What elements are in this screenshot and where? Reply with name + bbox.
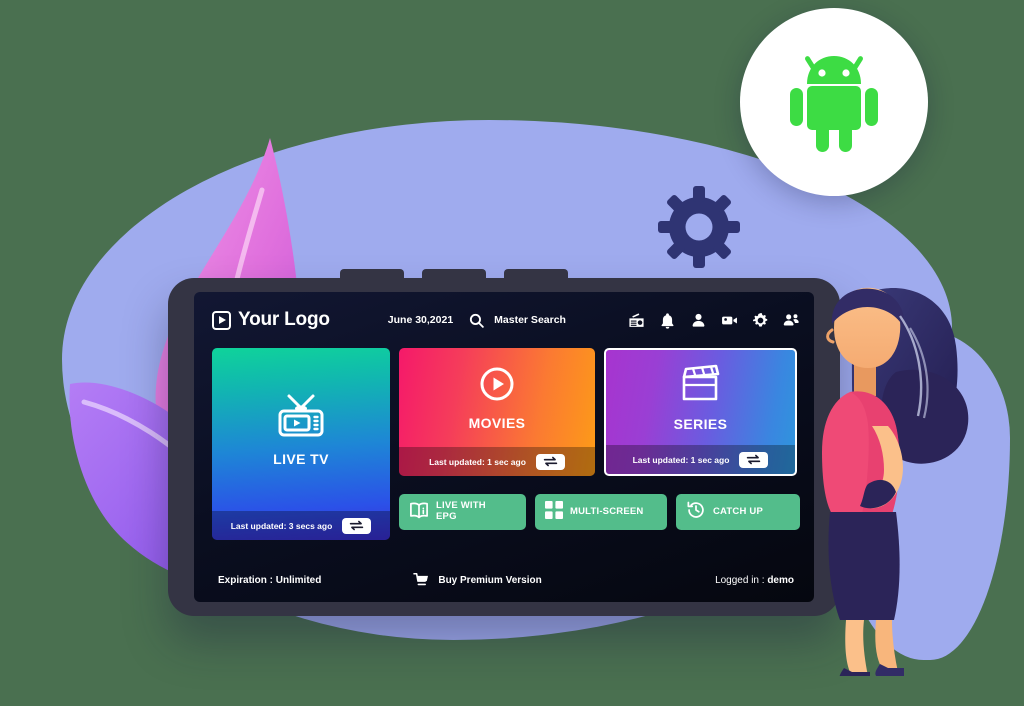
tablet-device: Your Logo June 30,2021 Master Search LIV… <box>168 269 840 616</box>
users-icon[interactable] <box>783 312 800 329</box>
gear-icon <box>658 186 740 268</box>
card-footer: Last updated: 1 sec ago <box>399 447 595 476</box>
refresh-icon[interactable] <box>535 453 565 470</box>
card-label: SERIES <box>673 415 728 432</box>
logged-in-user: demo <box>767 574 794 586</box>
user-icon[interactable] <box>690 312 707 329</box>
play-circle-icon <box>478 365 516 408</box>
buy-premium-label: Buy Premium Version <box>438 574 542 586</box>
card-label: MOVIES <box>468 414 526 431</box>
quick-action-catch-up[interactable]: CATCH UP <box>676 494 800 530</box>
quick-actions-row: LIVE WITH EPG MULTI-SCREEN CATCH UP <box>399 494 800 530</box>
app-screen: Your Logo June 30,2021 Master Search LIV… <box>194 292 814 602</box>
quick-action-multi-screen[interactable]: MULTI-SCREEN <box>535 494 667 530</box>
card-body: LIVE TV <box>212 348 390 511</box>
card-series[interactable]: SERIES Last updated: 1 sec ago <box>604 348 797 476</box>
quick-action-label: LIVE WITH EPG <box>436 500 486 522</box>
current-date: June 30,2021 <box>387 314 454 326</box>
last-updated-text: Last updated: 1 sec ago <box>429 456 526 467</box>
cart-icon <box>413 572 429 589</box>
search-input[interactable]: Master Search <box>494 314 566 326</box>
last-updated-text: Last updated: 1 sec ago <box>632 454 730 465</box>
card-footer: Last updated: 3 secs ago <box>212 511 390 540</box>
card-footer: Last updated: 1 sec ago <box>606 445 795 474</box>
tv-icon <box>276 393 326 444</box>
android-badge <box>740 8 928 196</box>
clock-rewind-icon <box>686 500 706 524</box>
logged-in-status: Logged in : demo <box>715 575 794 586</box>
quick-action-live-with-epg[interactable]: LIVE WITH EPG <box>399 494 526 530</box>
right-column: MOVIES Last updated: 1 sec ago SERIES La… <box>399 348 800 530</box>
header-icon-row <box>628 312 800 329</box>
logo-text: Your Logo <box>238 309 330 330</box>
gear-icon[interactable] <box>752 312 769 329</box>
card-movies[interactable]: MOVIES Last updated: 1 sec ago <box>399 348 595 476</box>
refresh-icon[interactable] <box>342 517 372 534</box>
cards-upper-row: MOVIES Last updated: 1 sec ago SERIES La… <box>399 348 800 476</box>
card-live-tv[interactable]: LIVE TV Last updated: 3 secs ago <box>212 348 390 540</box>
book-info-icon <box>409 501 429 523</box>
illustration-stage: Your Logo June 30,2021 Master Search LIV… <box>0 0 1024 706</box>
card-body: MOVIES <box>399 348 595 447</box>
last-updated-text: Last updated: 3 secs ago <box>230 520 333 531</box>
app-logo[interactable]: Your Logo <box>212 309 330 331</box>
play-square-icon <box>212 310 231 330</box>
search-icon[interactable] <box>468 312 485 329</box>
device-button <box>422 269 486 281</box>
buy-premium-button[interactable]: Buy Premium Version <box>413 572 542 589</box>
content-cards: LIVE TV Last updated: 3 secs ago MOVIES … <box>194 348 814 540</box>
app-footer: Expiration : Unlimited Buy Premium Versi… <box>194 558 814 602</box>
app-header: Your Logo June 30,2021 Master Search <box>194 292 814 348</box>
radio-icon[interactable] <box>628 312 645 329</box>
woman-illustration <box>800 276 990 682</box>
quick-action-label: MULTI-SCREEN <box>570 505 644 517</box>
card-body: SERIES <box>606 350 795 445</box>
android-robot-icon <box>790 56 878 152</box>
refresh-icon[interactable] <box>739 451 769 468</box>
quick-action-label: CATCH UP <box>713 505 763 517</box>
header-middle: June 30,2021 Master Search <box>388 312 566 329</box>
device-button <box>504 269 568 281</box>
grid-icon <box>545 501 563 523</box>
expiration-text: Expiration : Unlimited <box>218 574 322 586</box>
card-label: LIVE TV <box>273 450 329 467</box>
video-camera-icon[interactable] <box>721 312 738 329</box>
device-button <box>340 269 404 281</box>
logged-in-prefix: Logged in : <box>715 574 768 586</box>
bell-icon[interactable] <box>659 312 676 329</box>
clapperboard-icon <box>680 364 722 409</box>
